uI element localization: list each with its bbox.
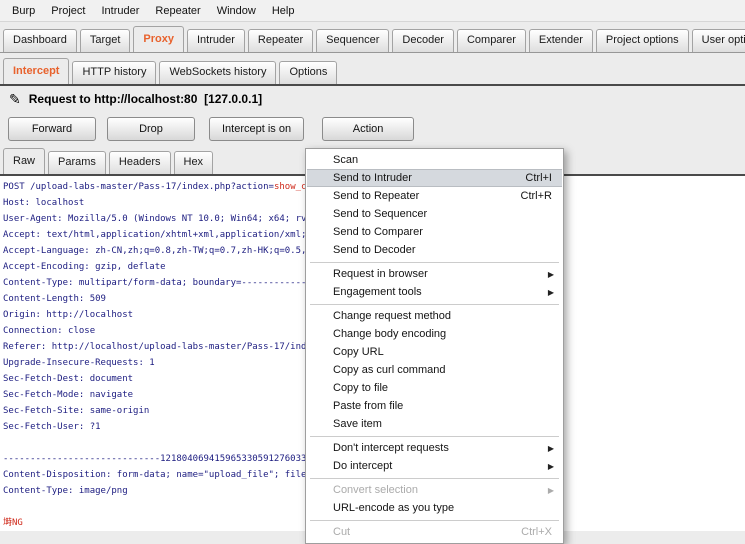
menu-item-convert-selection: Convert selection ▶	[333, 484, 554, 496]
menu-item-request-in-browser[interactable]: Request in browser ▶	[307, 265, 562, 283]
submenu-arrow-icon: ▶	[547, 443, 554, 453]
tab-headers[interactable]: Headers	[108, 151, 171, 174]
menu-help[interactable]: Help	[264, 2, 303, 20]
request-info-bar: ✎ Request to http://localhost:80 [127.0.…	[0, 86, 745, 112]
submenu-arrow-icon: ▶	[547, 485, 554, 495]
menu-burp[interactable]: Burp	[4, 2, 43, 20]
menu-separator	[310, 520, 559, 521]
menu-item-send-to-comparer[interactable]: Send to Comparer	[307, 223, 562, 241]
tab-raw[interactable]: Raw	[3, 148, 46, 174]
drop-button[interactable]: Drop	[107, 117, 195, 141]
tab-user-options[interactable]: User options	[691, 29, 745, 52]
menu-item-scan[interactable]: Scan	[307, 151, 562, 169]
menu-separator	[310, 262, 559, 263]
shortcut-label: Ctrl+R	[520, 190, 552, 202]
tab-intruder[interactable]: Intruder	[186, 29, 245, 52]
tab-sequencer[interactable]: Sequencer	[316, 29, 390, 52]
menu-item-url-encode-as-you-type[interactable]: URL-encode as you type	[307, 499, 562, 517]
tab-http-history[interactable]: HTTP history	[72, 61, 157, 84]
shortcut-label: Ctrl+X	[521, 526, 552, 538]
proxy-tab-bar: Intercept HTTP history WebSockets histor…	[0, 53, 745, 86]
menu-item-send-to-sequencer[interactable]: Send to Sequencer	[307, 205, 562, 223]
menu-item-do-intercept[interactable]: Do intercept ▶	[307, 457, 562, 475]
menu-repeater[interactable]: Repeater	[147, 2, 208, 20]
tab-comparer[interactable]: Comparer	[456, 29, 526, 52]
menubar: Burp Project Intruder Repeater Window He…	[0, 0, 745, 22]
tab-decoder[interactable]: Decoder	[392, 29, 454, 52]
tab-params[interactable]: Params	[48, 151, 106, 174]
request-info-text: Request to http://localhost:80 [127.0.0.…	[28, 92, 263, 106]
context-menu: Scan Send to Intruder Ctrl+I Send to Rep…	[305, 148, 564, 544]
menu-window[interactable]: Window	[209, 2, 264, 20]
menu-item-copy-as-curl-command[interactable]: Copy as curl command	[307, 361, 562, 379]
tab-websockets-history[interactable]: WebSockets history	[159, 61, 277, 84]
menu-item-dont-intercept-requests[interactable]: Don't intercept requests ▶	[307, 439, 562, 457]
action-button[interactable]: Action	[322, 117, 415, 141]
menu-item-change-body-encoding[interactable]: Change body encoding	[307, 325, 562, 343]
menu-item-engagement-tools[interactable]: Engagement tools ▶	[307, 283, 562, 301]
menu-item-cut: Cut Ctrl+X	[333, 526, 552, 538]
tab-project-options[interactable]: Project options	[595, 29, 689, 52]
menu-project[interactable]: Project	[43, 2, 93, 20]
menu-intruder[interactable]: Intruder	[94, 2, 148, 20]
menu-item-copy-to-file[interactable]: Copy to file	[307, 379, 562, 397]
menu-item-save-item[interactable]: Save item	[307, 415, 562, 433]
menu-item-copy-url[interactable]: Copy URL	[307, 343, 562, 361]
tab-hex[interactable]: Hex	[173, 151, 214, 174]
tab-intercept[interactable]: Intercept	[3, 58, 70, 84]
menu-item-change-request-method[interactable]: Change request method	[307, 307, 562, 325]
tab-repeater[interactable]: Repeater	[247, 29, 314, 52]
edit-pencil-icon: ✎	[9, 90, 21, 107]
tab-extender[interactable]: Extender	[528, 29, 593, 52]
main-tab-bar: Dashboard Target Proxy Intruder Repeater…	[0, 22, 745, 53]
forward-button[interactable]: Forward	[8, 117, 96, 141]
menu-item-send-to-repeater[interactable]: Send to Repeater Ctrl+R	[307, 187, 562, 205]
tab-options[interactable]: Options	[279, 61, 338, 84]
menu-item-paste-from-file[interactable]: Paste from file	[307, 397, 562, 415]
menu-separator	[310, 304, 559, 305]
menu-item-send-to-decoder[interactable]: Send to Decoder	[307, 241, 562, 259]
menu-separator	[310, 478, 559, 479]
intercept-toolbar: Forward Drop Intercept is on Action	[0, 112, 745, 146]
intercept-toggle-button[interactable]: Intercept is on	[209, 117, 305, 141]
tab-proxy[interactable]: Proxy	[133, 26, 184, 52]
submenu-arrow-icon: ▶	[547, 269, 554, 279]
menu-separator	[310, 436, 559, 437]
submenu-arrow-icon: ▶	[547, 287, 554, 297]
submenu-arrow-icon: ▶	[547, 461, 554, 471]
shortcut-label: Ctrl+I	[525, 172, 552, 184]
menu-item-send-to-intruder[interactable]: Send to Intruder Ctrl+I	[307, 169, 562, 187]
tab-dashboard[interactable]: Dashboard	[3, 29, 77, 52]
tab-target[interactable]: Target	[79, 29, 131, 52]
